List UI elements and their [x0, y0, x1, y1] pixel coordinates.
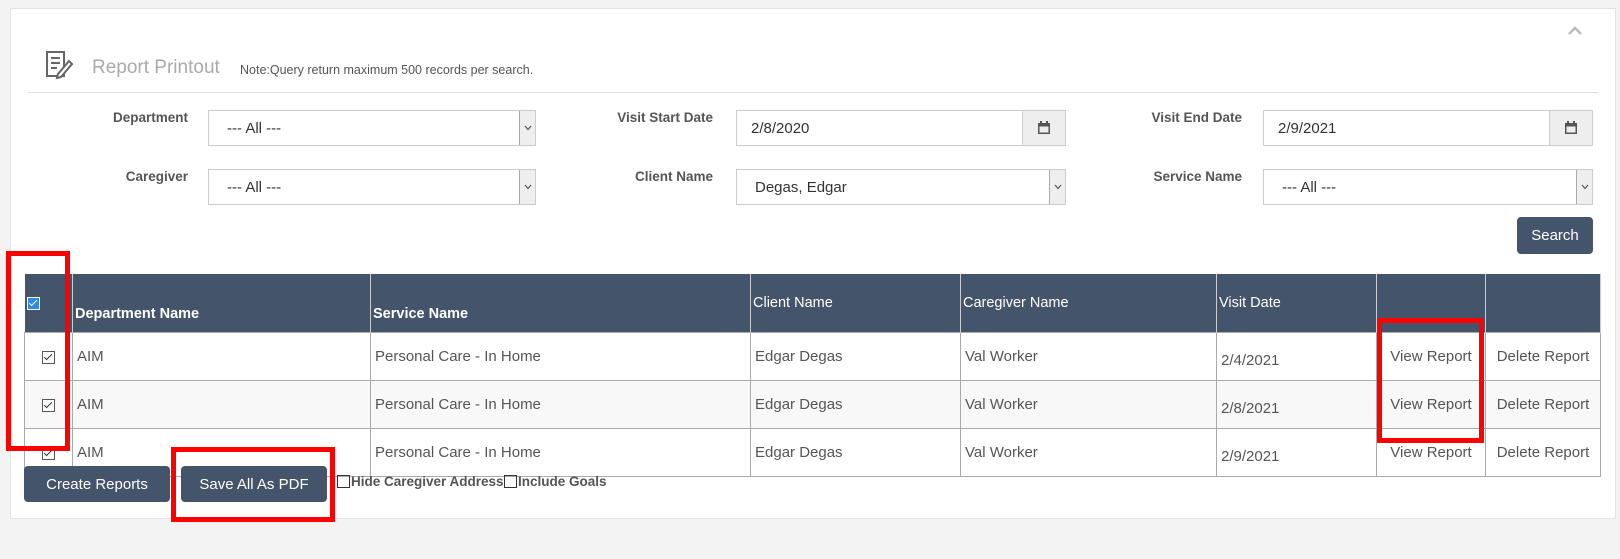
- column-header[interactable]: Client Name: [750, 274, 961, 333]
- column-header[interactable]: Department Name: [72, 274, 371, 333]
- search-button[interactable]: Search: [1517, 217, 1593, 254]
- client-name-label: Client Name: [634, 169, 713, 184]
- delete-report-link[interactable]: Delete Report: [1497, 444, 1590, 461]
- caregiver-cell: Val Worker: [960, 332, 1217, 381]
- column-header: [1485, 274, 1601, 333]
- client-cell: Edgar Degas: [750, 428, 961, 477]
- service-cell: Personal Care - In Home: [370, 428, 751, 477]
- hide-caregiver-address-checkbox[interactable]: [337, 475, 350, 488]
- caregiver-cell: Val Worker: [960, 428, 1217, 477]
- page-title: Report Printout: [92, 57, 220, 78]
- hide-caregiver-address-option[interactable]: Hide Caregiver Address: [337, 474, 504, 489]
- column-header[interactable]: Visit Date: [1216, 274, 1377, 333]
- include-goals-option[interactable]: Include Goals: [504, 474, 607, 489]
- service-cell: Personal Care - In Home: [370, 380, 751, 429]
- visit-start-date-field[interactable]: 2/8/2020: [736, 110, 1066, 146]
- query-note: Note:Query return maximum 500 records pe…: [240, 63, 534, 77]
- view-report-highlight: [1377, 318, 1484, 443]
- column-header[interactable]: Caregiver Name: [960, 274, 1217, 333]
- save-pdf-highlight: [171, 447, 335, 522]
- calendar-icon[interactable]: [1549, 111, 1592, 145]
- header-divider: [28, 92, 1598, 93]
- client-cell: Edgar Degas: [750, 380, 961, 429]
- department-cell: AIM: [72, 332, 371, 381]
- dropdown-arrow-icon: [1049, 170, 1065, 204]
- visit-date-cell: 2/8/2021: [1216, 380, 1377, 429]
- include-goals-checkbox[interactable]: [504, 475, 517, 488]
- caregiver-label: Caregiver: [125, 169, 188, 184]
- service-cell: Personal Care - In Home: [370, 332, 751, 381]
- table-row: AIM Personal Care - In Home Edgar Degas …: [24, 380, 1601, 429]
- dropdown-arrow-icon: [519, 170, 535, 204]
- calendar-icon[interactable]: [1022, 111, 1065, 145]
- visit-end-date-field[interactable]: 2/9/2021: [1263, 110, 1593, 146]
- report-edit-icon: [44, 48, 74, 80]
- delete-report-link[interactable]: Delete Report: [1497, 348, 1590, 365]
- service-name-label: Service Name: [1153, 169, 1242, 184]
- department-label: Department: [112, 110, 188, 125]
- department-select[interactable]: --- All ---: [208, 110, 536, 146]
- column-header[interactable]: Service Name: [370, 274, 751, 333]
- view-report-link[interactable]: View Report: [1390, 444, 1471, 461]
- visit-end-date-label: Visit End Date: [1151, 110, 1242, 125]
- include-goals-label: Include Goals: [518, 474, 607, 489]
- caregiver-cell: Val Worker: [960, 380, 1217, 429]
- table-row: AIM Personal Care - In Home Edgar Degas …: [24, 332, 1601, 381]
- delete-report-cell: Delete Report: [1485, 380, 1601, 429]
- service-name-select[interactable]: --- All ---: [1263, 169, 1593, 205]
- delete-report-cell: Delete Report: [1485, 332, 1601, 381]
- checkbox-column-highlight: [6, 251, 70, 451]
- visit-date-cell: 2/9/2021: [1216, 428, 1377, 477]
- client-name-select[interactable]: Degas, Edgar: [736, 169, 1066, 205]
- hide-caregiver-address-label: Hide Caregiver Address: [351, 474, 504, 489]
- visit-date-cell: 2/4/2021: [1216, 332, 1377, 381]
- dropdown-arrow-icon: [1576, 170, 1592, 204]
- dropdown-arrow-icon: [519, 111, 535, 145]
- caregiver-select[interactable]: --- All ---: [208, 169, 536, 205]
- client-cell: Edgar Degas: [750, 332, 961, 381]
- delete-report-link[interactable]: Delete Report: [1497, 396, 1590, 413]
- visit-start-date-label: Visit Start Date: [617, 110, 713, 125]
- chevron-up-icon[interactable]: [1568, 24, 1582, 38]
- department-cell: AIM: [72, 380, 371, 429]
- delete-report-cell: Delete Report: [1485, 428, 1601, 477]
- table-header-row: Department Name Service Name Client Name…: [24, 274, 1601, 333]
- create-reports-button[interactable]: Create Reports: [24, 466, 170, 502]
